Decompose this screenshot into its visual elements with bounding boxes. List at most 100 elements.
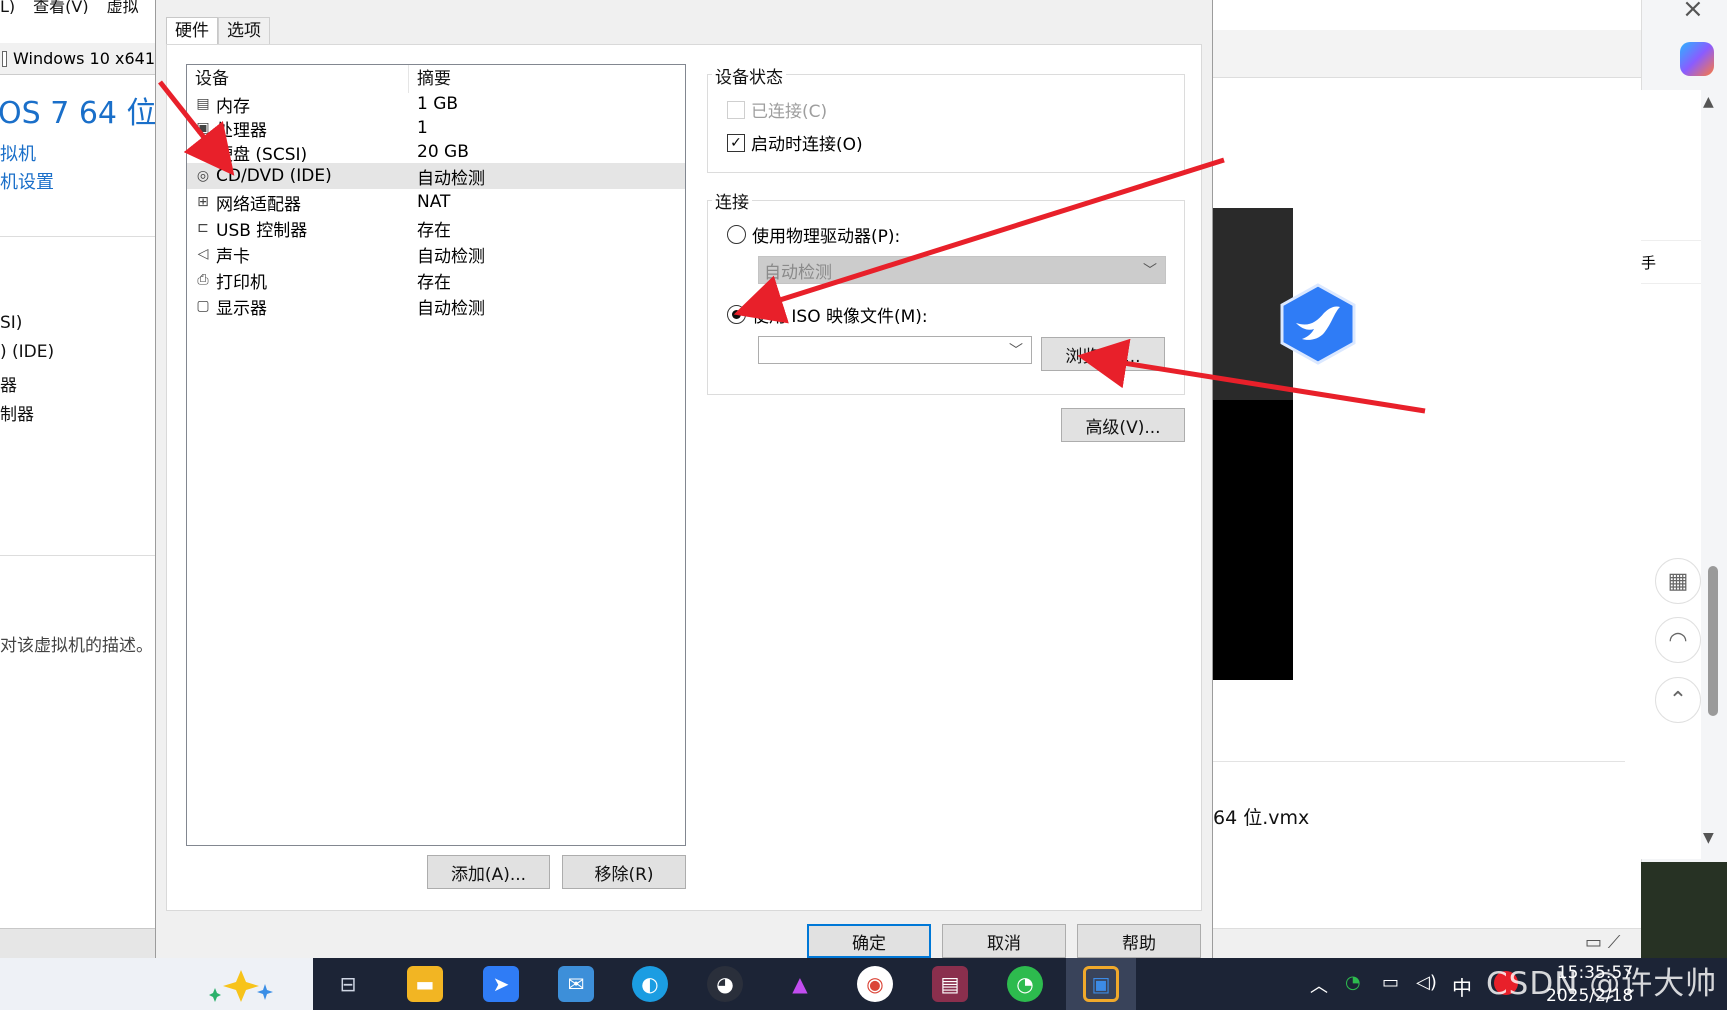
device-summary: 自动检测 (417, 246, 485, 267)
add-device-button[interactable]: 添加(A)... (427, 855, 550, 889)
physical-drive-label: 使用物理驱动器(P): (752, 227, 901, 247)
vm-settings-dialog: 硬件 选项 设备 摘要 ▤ 内存 1 GB ▣ 处理器 1 ▭ 硬盘 (SCSI) 2… (155, 0, 1213, 958)
remove-device-button[interactable]: 移除(R) (562, 855, 686, 889)
vm-tab[interactable]: Windows 10 x641 (0, 43, 155, 75)
wechat-tray-icon[interactable]: ◔ (1345, 972, 1361, 993)
device-name: 网络适配器 (216, 194, 301, 215)
column-header-device[interactable]: 设备 (187, 65, 409, 93)
device-summary: NAT (417, 192, 451, 212)
feishu-bird-icon[interactable] (1278, 283, 1358, 365)
browse-button[interactable]: 浏览(B)... (1041, 337, 1165, 371)
device-row-memory[interactable]: ▤ 内存 1 GB (187, 91, 685, 117)
column-header-summary[interactable]: 摘要 (409, 65, 451, 93)
device-row-usb[interactable]: ⊏ USB 控制器 存在 (187, 215, 685, 241)
volume-icon[interactable]: ◁) (1416, 972, 1437, 993)
printer-icon: ⎙ (197, 272, 209, 288)
menu-bar: L) 查看(V) 虚拟 (0, 0, 157, 14)
device-summary: 1 GB (417, 94, 459, 114)
feishu-icon[interactable]: ➤ (483, 966, 519, 1002)
cancel-button[interactable]: 取消 (942, 924, 1066, 958)
usb-icon: ⊏ (197, 220, 209, 236)
network-icon: ⊞ (197, 194, 209, 210)
radio-dot-selected (727, 305, 746, 324)
device-name: 硬盘 (SCSI) (216, 144, 308, 165)
device-name: USB 控制器 (216, 220, 308, 241)
cpu-icon: ▣ (196, 120, 210, 136)
scroll-down-icon[interactable]: ▼ (1703, 830, 1714, 846)
ok-button[interactable]: 确定 (807, 924, 931, 958)
ime-indicator[interactable]: 中 (1452, 972, 1472, 1001)
device-row-harddisk[interactable]: ▭ 硬盘 (SCSI) 20 GB (187, 139, 685, 165)
device-row-display[interactable]: ▢ 显示器 自动检测 (187, 293, 685, 319)
sparkle-icon[interactable] (205, 968, 285, 1004)
assistant-label[interactable]: 手 (1641, 240, 1701, 284)
back-to-top-icon[interactable]: ⌃ (1655, 677, 1701, 723)
tab-hardware[interactable]: 硬件 (166, 17, 218, 45)
iso-image-radio[interactable]: 使用 ISO 映像文件(M): (727, 302, 928, 327)
device-list[interactable]: 设备 摘要 ▤ 内存 1 GB ▣ 处理器 1 ▭ 硬盘 (SCSI) 20 GB ◎… (186, 64, 686, 846)
device-row-printer[interactable]: ⎙ 打印机 存在 (187, 267, 685, 293)
device-row-cdrom[interactable]: ◎ CD/DVD (IDE) 自动检测 (187, 163, 685, 189)
physical-drive-radio[interactable]: 使用物理驱动器(P): (727, 222, 900, 247)
tab-options[interactable]: 选项 (218, 17, 270, 44)
vm-screen-thumbnail[interactable] (1213, 208, 1293, 680)
device-summary: 20 GB (417, 142, 469, 162)
device-name: 打印机 (216, 272, 267, 293)
divider (0, 236, 155, 237)
device-name: 内存 (216, 96, 250, 117)
scroll-up-icon[interactable]: ▲ (1703, 94, 1714, 110)
close-icon[interactable]: × (1682, 0, 1704, 24)
headset-icon[interactable]: ◠ (1655, 617, 1701, 663)
wechat-icon[interactable]: ◔ (1007, 966, 1043, 1002)
file-explorer-icon[interactable]: ▬ (407, 966, 443, 1002)
connect-at-power-on-checkbox[interactable]: ✓ 启动时连接(O) (727, 130, 863, 155)
device-row-network[interactable]: ⊞ 网络适配器 NAT (187, 189, 685, 215)
connection-title: 连接 (712, 188, 752, 213)
iso-image-label: 使用 ISO 映像文件(M): (752, 307, 928, 327)
dialog-tabs: 硬件 选项 (166, 17, 270, 45)
side-card (1641, 90, 1701, 240)
menu-item[interactable]: L) (0, 0, 15, 14)
note-icon[interactable]: ▭ ⟋ (1585, 932, 1620, 953)
wallpaper-corner (1641, 862, 1727, 958)
qr-code-icon[interactable]: ▦ (1655, 558, 1701, 604)
advanced-button[interactable]: 高级(V)... (1061, 408, 1185, 442)
device-summary-cdrom: ) (IDE) (0, 342, 55, 362)
tray-overflow-icon[interactable]: ︿ (1310, 972, 1328, 998)
vm-tab-label: Windows 10 x641 (13, 49, 155, 68)
connected-checkbox[interactable]: 已连接(C) (727, 97, 827, 122)
edit-settings-link[interactable]: 机设置 (0, 168, 54, 194)
cdrom-icon: ◎ (196, 168, 210, 184)
help-button[interactable]: 帮助 (1077, 924, 1201, 958)
scrollbar-thumb[interactable] (1708, 566, 1718, 716)
csdn-watermark: CSDN @许大帅 (1486, 966, 1718, 1002)
device-status-group (707, 74, 1185, 173)
device-name: 显示器 (216, 298, 267, 319)
task-view-icon[interactable]: ⊟ (330, 966, 366, 1002)
divider (0, 555, 155, 556)
iso-path-combobox[interactable]: ﹀ (758, 336, 1032, 364)
clipchamp-icon[interactable]: ▲ (782, 966, 818, 1002)
chevron-down-icon[interactable]: ﹀ (1009, 340, 1023, 360)
connected-label: 已连接(C) (751, 102, 828, 122)
device-list-header: 设备 摘要 (187, 65, 685, 93)
battery-icon[interactable]: ▭ (1382, 972, 1399, 993)
device-summary-usb: 制器 (0, 405, 34, 425)
device-name: CD/DVD (IDE) (216, 166, 332, 186)
winrar-icon[interactable]: ▤ (932, 966, 968, 1002)
chrome-icon[interactable]: ◉ (857, 966, 893, 1002)
vmware-icon[interactable]: ▣ (1083, 966, 1119, 1002)
edge-icon[interactable]: ◐ (632, 966, 668, 1002)
steam-icon[interactable]: ◕ (707, 966, 743, 1002)
copilot-icon[interactable] (1680, 42, 1714, 76)
taskbar-widgets-area[interactable] (0, 958, 313, 1010)
power-on-link[interactable]: 拟机 (0, 140, 36, 166)
outlook-icon[interactable]: ✉ (558, 966, 594, 1002)
device-row-processor[interactable]: ▣ 处理器 1 (187, 115, 685, 141)
device-summary: 存在 (417, 272, 451, 293)
menu-item-vm[interactable]: 虚拟 (107, 0, 139, 14)
chevron-down-icon: ﹀ (1143, 263, 1157, 279)
menu-item-view[interactable]: 查看(V) (33, 0, 88, 14)
window-header (1213, 30, 1641, 78)
device-row-sound[interactable]: ◁ 声卡 自动检测 (187, 241, 685, 267)
